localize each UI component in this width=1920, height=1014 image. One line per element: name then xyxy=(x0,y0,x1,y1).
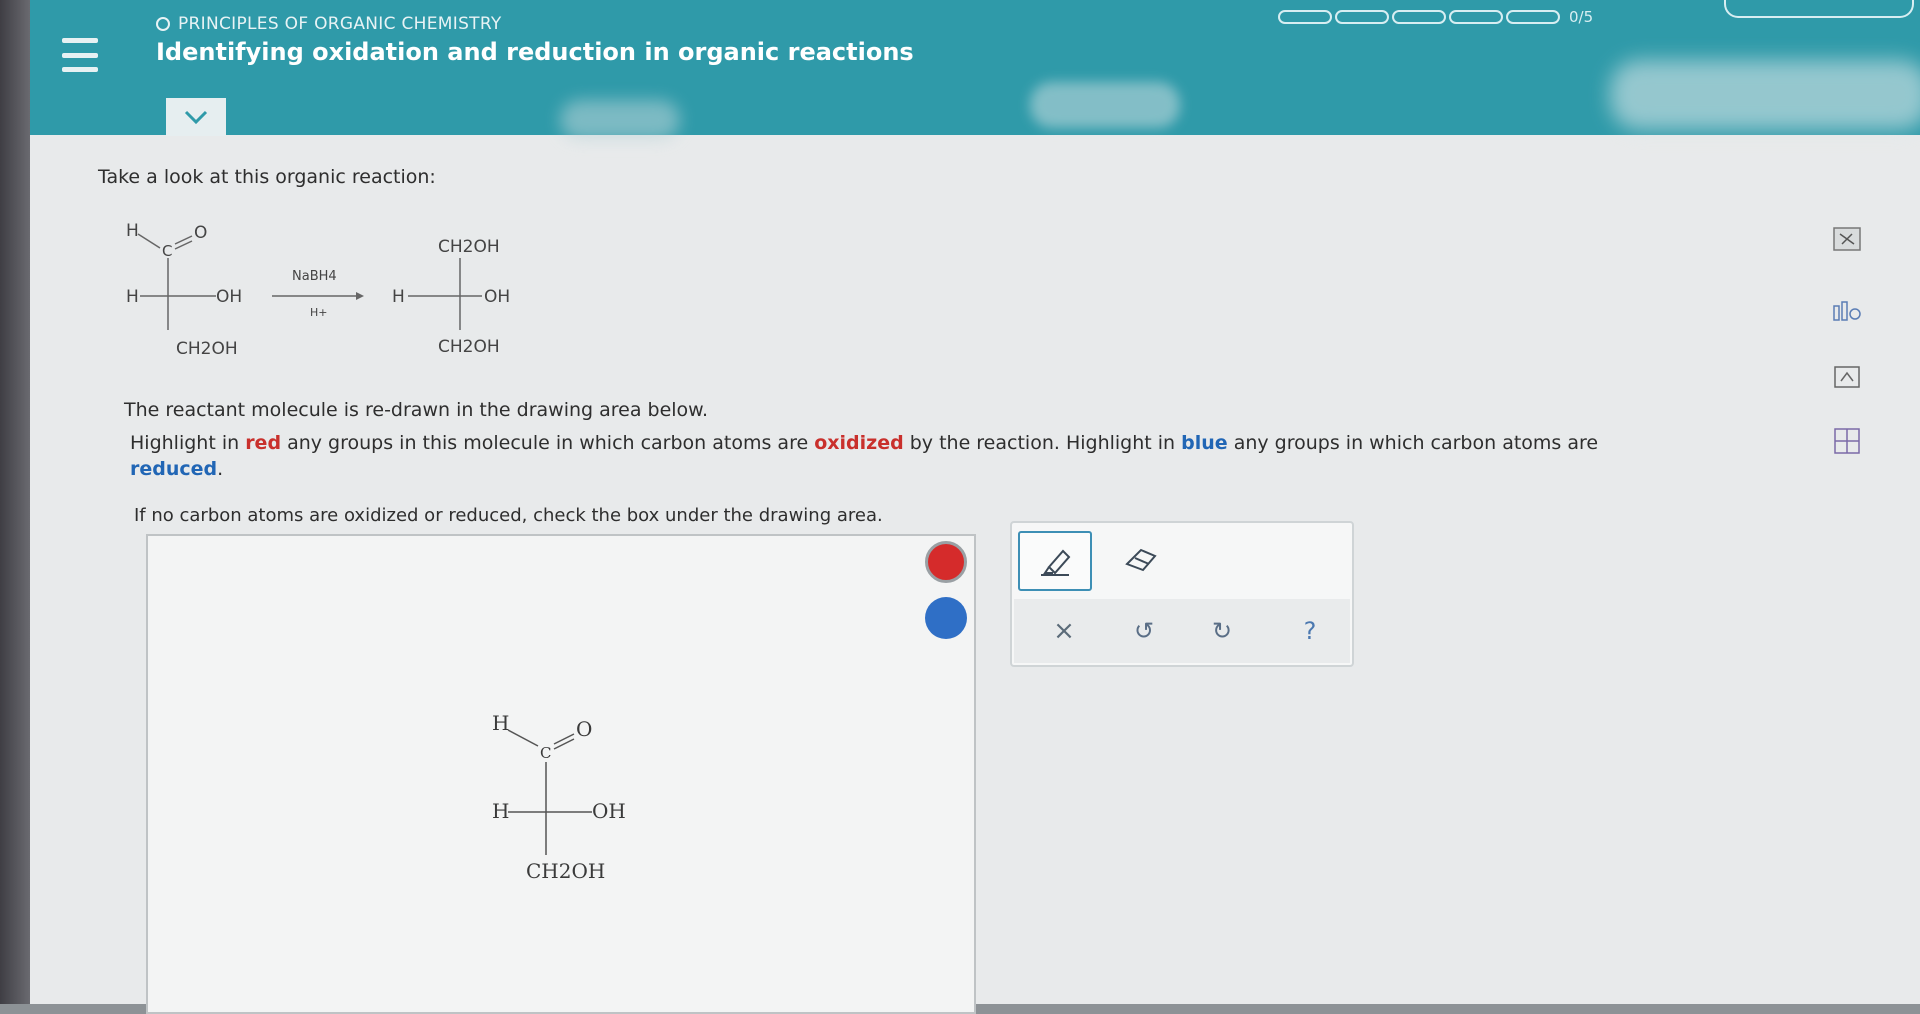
mol-o[interactable]: O xyxy=(576,717,592,741)
reactant-h-left: H xyxy=(126,287,139,307)
progress-segment xyxy=(1392,10,1446,24)
bond[interactable] xyxy=(553,738,575,750)
highlighter-tool[interactable] xyxy=(1018,531,1092,591)
drawing-molecule[interactable]: H C O H OH CH2OH xyxy=(480,700,680,900)
instruction-highlight: Highlight in red any groups in this mole… xyxy=(130,432,1599,480)
data-icon[interactable] xyxy=(1830,296,1864,326)
oxidized-word: oxidized xyxy=(814,432,904,454)
toolbox: × ↺ ↻ ? xyxy=(1010,521,1354,667)
undo-icon[interactable]: ↺ xyxy=(1124,613,1164,649)
reagent-bottom: H+ xyxy=(310,306,328,319)
progress-segment xyxy=(1335,10,1389,24)
product-ch2oh-top: CH2OH xyxy=(438,237,500,257)
chevron-down-icon xyxy=(184,110,208,125)
instruction-redrawn: The reactant molecule is re-drawn in the… xyxy=(124,399,709,421)
progress-segment xyxy=(1506,10,1560,24)
mol-oh[interactable]: OH xyxy=(592,799,626,823)
product-h-left: H xyxy=(392,287,405,307)
highlighter-icon xyxy=(1041,549,1071,576)
reactant-c: C xyxy=(162,242,172,260)
clear-icon[interactable]: × xyxy=(1044,613,1084,649)
red-word: red xyxy=(245,432,282,454)
reactant-ch2oh: CH2OH xyxy=(176,339,238,359)
mol-ch2oh[interactable]: CH2OH xyxy=(526,859,605,883)
progress-count: 0/5 xyxy=(1569,8,1594,26)
reference-icon[interactable] xyxy=(1830,426,1864,456)
calculator-icon[interactable] xyxy=(1830,362,1864,392)
progress-bar: 0/5 xyxy=(1278,8,1593,26)
mol-c[interactable]: C xyxy=(540,744,551,762)
eraser-tool[interactable] xyxy=(1118,539,1164,579)
reagent-top: NaBH4 xyxy=(292,269,337,284)
progress-segment xyxy=(1278,10,1332,24)
periodic-table-icon[interactable] xyxy=(1830,224,1864,254)
reactant-oh: OH xyxy=(216,287,242,307)
product-oh: OH xyxy=(484,287,510,307)
help-icon[interactable]: ? xyxy=(1290,613,1330,649)
menu-icon[interactable] xyxy=(62,38,98,72)
reactant-h-top: H xyxy=(126,221,139,241)
blue-word: blue xyxy=(1181,432,1228,454)
bond[interactable] xyxy=(507,729,539,747)
bond[interactable] xyxy=(553,733,575,745)
reaction-scheme: H C O H OH CH2OH NaBH4 H+ CH2OH H OH CH2… xyxy=(126,221,510,359)
redo-icon[interactable]: ↻ xyxy=(1202,613,1242,649)
topic-ring-icon xyxy=(156,17,170,31)
header-account-tab[interactable] xyxy=(1724,0,1914,18)
blue-highlight-button[interactable] xyxy=(925,597,967,639)
prompt-text: Take a look at this organic reaction: xyxy=(98,166,436,188)
mol-h-top[interactable]: H xyxy=(492,711,509,735)
topic-text: PRINCIPLES OF ORGANIC CHEMISTRY xyxy=(178,14,502,34)
monitor-bezel xyxy=(0,0,30,1004)
red-highlight-button[interactable] xyxy=(925,541,967,583)
progress-segment xyxy=(1449,10,1503,24)
product-ch2oh-bottom: CH2OH xyxy=(438,337,500,357)
instruction-no-change: If no carbon atoms are oxidized or reduc… xyxy=(134,505,883,526)
arrow-head xyxy=(356,292,364,300)
expand-button[interactable] xyxy=(166,98,226,136)
topic-label: PRINCIPLES OF ORGANIC CHEMISTRY xyxy=(156,14,502,34)
bond xyxy=(137,233,161,249)
reduced-word: reduced xyxy=(130,458,218,480)
eraser-icon xyxy=(1125,548,1157,572)
reactant-o: O xyxy=(194,223,207,243)
mol-h-left[interactable]: H xyxy=(492,799,509,823)
page-title: Identifying oxidation and reduction in o… xyxy=(156,38,914,66)
